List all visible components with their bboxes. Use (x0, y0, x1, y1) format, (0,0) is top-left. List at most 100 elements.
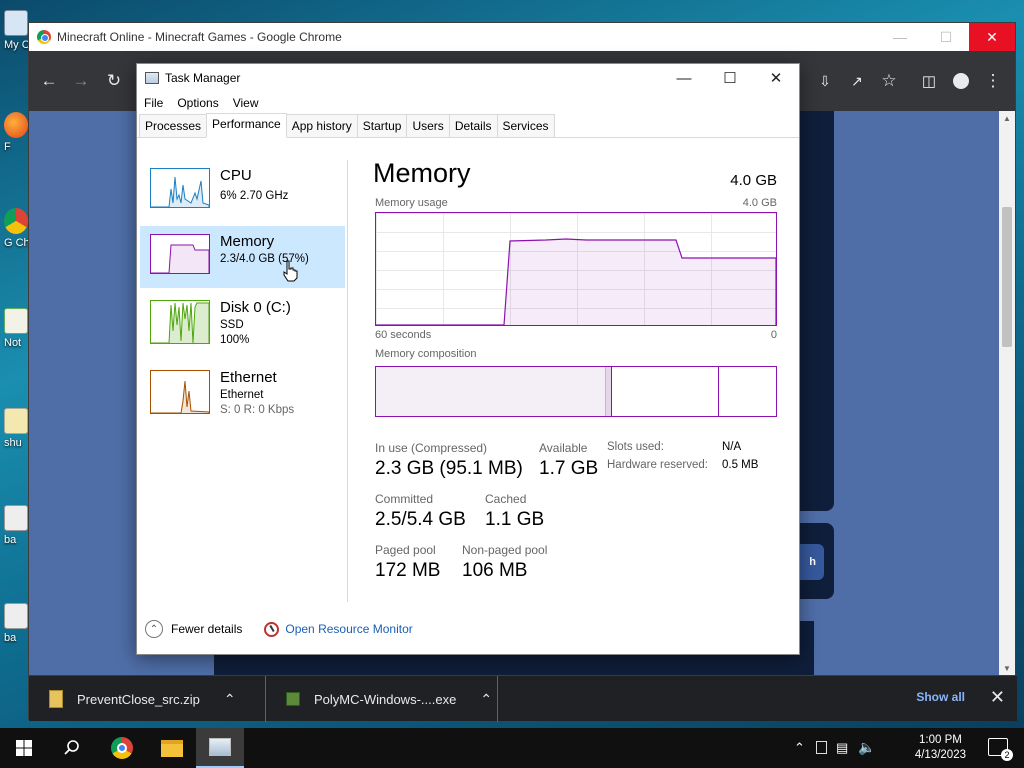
taskbar-task-manager[interactable] (196, 728, 244, 768)
standby-divider (718, 367, 719, 416)
search-button[interactable] (48, 728, 96, 768)
download-item-1[interactable]: PreventClose_src.zip ⌃ (29, 676, 266, 722)
zip-file-icon (49, 690, 63, 708)
downloads-bar: PreventClose_src.zip ⌃ PolyMC-Windows-..… (29, 675, 1017, 722)
cached-label: Cached (485, 492, 527, 506)
batch-file-icon (4, 505, 28, 531)
committed-value: 2.5/5.4 GB (375, 509, 466, 530)
download-item-2[interactable]: PolyMC-Windows-....exe ⌃ (266, 676, 498, 722)
time-axis-left: 60 seconds (375, 329, 432, 341)
open-resource-monitor-link[interactable]: Open Resource Monitor (285, 622, 412, 636)
tab-processes[interactable]: Processes (139, 114, 208, 137)
scroll-down-icon[interactable]: ▼ (999, 661, 1015, 675)
start-button[interactable] (0, 728, 48, 768)
profile-icon[interactable] (949, 69, 973, 93)
resource-name: Memory (220, 233, 275, 250)
chevron-up-icon[interactable]: ⌃ (480, 691, 492, 708)
reload-icon[interactable]: ↻ (102, 69, 126, 93)
computer-icon (4, 10, 28, 36)
chrome-maximize-button[interactable]: ☐ (923, 23, 969, 51)
tm-menubar: File Options View (137, 92, 799, 114)
resource-name: Ethernet (220, 369, 277, 386)
network-icon[interactable]: ▤ (836, 740, 848, 756)
modified-segment (606, 367, 612, 416)
scroll-thumb[interactable] (1002, 207, 1012, 347)
available-value: 1.7 GB (539, 458, 599, 479)
resource-detail: SSD (220, 319, 244, 331)
resource-list: CPU 6% 2.70 GHz Memory 2.3/4.0 GB (57%) … (140, 160, 345, 428)
memory-usage-max: 4.0 GB (742, 197, 777, 209)
batch-file-icon (4, 603, 28, 629)
side-panel-icon[interactable]: ◫ (917, 69, 941, 93)
hardware-reserved-value: 0.5 MB (722, 459, 759, 471)
scroll-up-icon[interactable]: ▲ (999, 111, 1015, 125)
task-manager-title: Task Manager (165, 71, 241, 85)
clock[interactable]: 1:00 PM 4/13/2023 (915, 733, 966, 763)
file-icon (4, 408, 28, 434)
tab-performance[interactable]: Performance (206, 113, 287, 138)
menu-options[interactable]: Options (177, 96, 218, 110)
menu-view[interactable]: View (233, 96, 259, 110)
page-scrollbar[interactable]: ▲ ▼ (999, 111, 1015, 675)
tab-services[interactable]: Services (496, 114, 555, 137)
chrome-minimize-button[interactable]: — (877, 23, 923, 51)
taskbar-chrome[interactable] (98, 728, 146, 768)
memory-total: 4.0 GB (730, 172, 777, 189)
forward-arrow-icon[interactable]: → (69, 69, 93, 93)
tm-minimize-button[interactable]: — (661, 64, 707, 92)
task-manager-titlebar[interactable]: Task Manager — ☐ ✕ (137, 64, 799, 92)
tm-tabs: Processes Performance App history Startu… (137, 113, 799, 138)
tab-details[interactable]: Details (448, 114, 498, 137)
clock-time: 1:00 PM (919, 734, 962, 746)
in-use-value: 2.3 GB (95.1 MB) (375, 458, 523, 479)
bookmark-star-icon[interactable]: ☆ (877, 69, 901, 93)
menu-kebab-icon[interactable]: ⋮ (981, 69, 1005, 93)
memory-thumbnail-graph (150, 234, 210, 274)
hardware-reserved-label: Hardware reserved: (607, 459, 708, 471)
resource-name: CPU (220, 167, 252, 184)
chevron-up-icon[interactable]: ⌃ (794, 740, 805, 756)
non-paged-pool-label: Non-paged pool (462, 543, 548, 557)
resource-item-memory[interactable]: Memory 2.3/4.0 GB (57%) (140, 226, 345, 288)
memory-detail-panel: Memory 4.0 GB Memory usage 4.0 GB 60 sec… (373, 158, 777, 581)
paged-pool-value: 172 MB (375, 560, 441, 581)
resource-item-ethernet[interactable]: Ethernet Ethernet S: 0 R: 0 Kbps (140, 362, 345, 424)
taskbar: ⌃ ▤ 🔈 1:00 PM 4/13/2023 2 (0, 728, 1024, 768)
show-all-downloads-link[interactable]: Show all (916, 690, 965, 704)
notification-count-badge: 2 (1001, 749, 1013, 761)
memory-composition-bar (375, 366, 777, 417)
back-arrow-icon[interactable]: ← (37, 69, 61, 93)
in-use-segment (376, 367, 606, 416)
fewer-details-button[interactable]: Fewer details (171, 622, 242, 636)
resource-item-cpu[interactable]: CPU 6% 2.70 GHz (140, 160, 345, 222)
panel-divider (347, 160, 348, 602)
download-icon[interactable]: ⇩ (813, 69, 837, 93)
hand-cursor-icon (283, 260, 298, 282)
tab-app-history[interactable]: App history (285, 114, 358, 137)
battery-icon[interactable] (816, 741, 827, 754)
tm-maximize-button[interactable]: ☐ (707, 64, 753, 92)
resource-name: Disk 0 (C:) (220, 299, 291, 316)
committed-label: Committed (375, 492, 434, 506)
taskbar-file-explorer[interactable] (148, 728, 196, 768)
chrome-titlebar[interactable]: Minecraft Online - Minecraft Games - Goo… (29, 23, 1015, 51)
menu-file[interactable]: File (144, 96, 163, 110)
chrome-close-button[interactable]: ✕ (969, 23, 1015, 51)
resource-item-disk[interactable]: Disk 0 (C:) SSD 100% (140, 292, 345, 358)
memory-composition-label: Memory composition (375, 348, 477, 360)
share-icon[interactable]: ↗ (845, 69, 869, 93)
windows-logo-icon (16, 740, 32, 756)
chevron-up-icon[interactable]: ⌃ (224, 691, 236, 708)
time-axis-right: 0 (770, 329, 777, 341)
search-icon (64, 740, 79, 755)
close-downloads-bar-icon[interactable]: ✕ (990, 687, 1005, 708)
tab-startup[interactable]: Startup (356, 114, 408, 137)
tab-users[interactable]: Users (406, 114, 450, 137)
resource-detail-2: S: 0 R: 0 Kbps (220, 404, 295, 416)
tm-close-button[interactable]: ✕ (753, 64, 799, 92)
disk-thumbnail-graph (150, 300, 210, 344)
chevron-up-icon[interactable]: ⌃ (145, 620, 163, 638)
slots-used-label: Slots used: (607, 441, 664, 453)
notification-center-icon[interactable]: 2 (988, 738, 1013, 761)
volume-icon[interactable]: 🔈 (858, 739, 875, 756)
